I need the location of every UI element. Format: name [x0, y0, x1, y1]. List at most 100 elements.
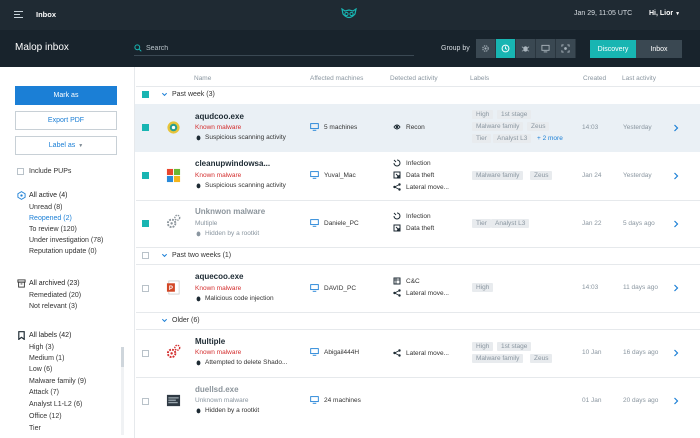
chevron-down-icon[interactable] [161, 317, 168, 324]
include-pups-checkbox[interactable] [17, 168, 24, 175]
filter-unread[interactable]: Unread (8) [29, 204, 62, 211]
filter-label-high[interactable]: High (3) [29, 344, 54, 351]
group-past-two-weeks[interactable]: Past two weeks (1) [135, 248, 700, 264]
table-row[interactable]: duellsd.exe Unknown malware Hidden by a … [135, 378, 700, 425]
filter-label-office[interactable]: Office (12) [29, 413, 62, 420]
table-row[interactable]: cleanupwindowsa... Known malware Suspici… [135, 152, 700, 200]
inbox-view-button[interactable]: Inbox [636, 40, 682, 58]
label-tag[interactable]: High [472, 342, 494, 351]
filter-label-analyst[interactable]: Analyst L1-L2 (6) [29, 401, 82, 408]
label-tag[interactable]: Malware family [472, 354, 524, 363]
machines-text: Daniele_PC [324, 219, 359, 227]
row-checkbox[interactable] [142, 220, 149, 227]
group-by-malware-button[interactable] [516, 39, 536, 58]
chevron-right-icon[interactable] [673, 349, 679, 357]
chevron-down-icon[interactable] [161, 252, 168, 259]
filter-not-relevant[interactable]: Not relevant (3) [29, 303, 77, 310]
column-labels[interactable]: Labels [470, 75, 489, 82]
label-tag[interactable]: Analyst L3 [491, 219, 530, 228]
label-tag[interactable]: High [472, 283, 494, 292]
malop-name[interactable]: aqudcoo.exe [195, 112, 244, 121]
affected-machines[interactable]: Abigail444H [310, 348, 359, 356]
filter-label-malware-family[interactable]: Malware family (9) [29, 378, 86, 385]
filter-label-medium[interactable]: Medium (1) [29, 355, 64, 362]
column-detected-activity[interactable]: Detected activity [390, 75, 438, 82]
filter-label-low[interactable]: Low (6) [29, 366, 52, 373]
affected-machines[interactable]: Daniele_PC [310, 219, 359, 227]
user-menu[interactable]: Hi, Lior ▼ [649, 10, 680, 17]
affected-machines[interactable]: Yuval_Mac [310, 171, 356, 179]
group-checkbox[interactable] [142, 91, 149, 98]
filter-all-active[interactable]: All active (4) [29, 192, 68, 199]
affected-machines[interactable]: 24 machines [310, 396, 361, 404]
more-labels-link[interactable]: + 2 more [537, 135, 563, 142]
label-tag[interactable]: High [472, 110, 494, 119]
affected-machines[interactable]: DAVID_PC [310, 284, 356, 292]
target-icon [561, 44, 570, 53]
monitor-icon [310, 348, 319, 356]
malop-name[interactable]: aquecoo.exe [195, 272, 243, 281]
column-name[interactable]: Name [194, 75, 211, 82]
label-tag[interactable]: Tier [472, 134, 491, 143]
table-row[interactable]: Multiple Known malware Attempted to dele… [135, 330, 700, 377]
row-checkbox[interactable] [142, 172, 149, 179]
search-input[interactable] [146, 43, 406, 54]
group-checkbox[interactable] [142, 252, 149, 259]
filter-reputation-update[interactable]: Reputation update (0) [29, 248, 97, 255]
group-by-gear-button[interactable] [476, 39, 496, 58]
group-older[interactable]: Older (6) [135, 313, 700, 329]
malop-name[interactable]: duellsd.exe [195, 385, 239, 394]
group-by-time-button[interactable] [496, 39, 516, 58]
gear-icon [482, 45, 489, 52]
label-tag[interactable]: Zeus [530, 171, 553, 180]
row-checkbox[interactable] [142, 350, 149, 357]
activity-text: C&C [406, 277, 420, 285]
filter-label-tier[interactable]: Tier [29, 425, 41, 432]
malop-name[interactable]: Unknwon malware [195, 207, 265, 216]
search-box[interactable] [134, 43, 414, 56]
include-pups-toggle[interactable]: Include PUPs [17, 168, 71, 175]
table-row[interactable]: P aquecoo.exe Known malware Malicious co… [135, 265, 700, 312]
chevron-right-icon[interactable] [673, 284, 679, 292]
table-row[interactable]: Unknwon malware Multiple Hidden by a roo… [135, 200, 700, 247]
malop-name[interactable]: cleanupwindowsa... [195, 159, 270, 168]
affected-machines[interactable]: 5 machines [310, 123, 357, 131]
label-tag[interactable]: Zeus [527, 122, 550, 131]
chevron-right-icon[interactable] [673, 397, 679, 405]
filter-all-archived[interactable]: All archived (23) [29, 280, 80, 287]
filter-under-investigation[interactable]: Under investigation (78) [29, 237, 103, 244]
label-tag[interactable]: Zeus [530, 354, 553, 363]
filter-all-labels[interactable]: All labels (42) [29, 332, 71, 339]
group-by-machine-button[interactable] [536, 39, 556, 58]
label-tag[interactable]: 1st stage [497, 110, 532, 119]
chevron-right-icon[interactable] [673, 172, 679, 180]
chevron-down-icon[interactable] [161, 91, 168, 98]
filter-reopened[interactable]: Reopened (2) [29, 215, 72, 222]
label-tag[interactable]: Malware family [472, 122, 524, 131]
filter-remediated[interactable]: Remediated (20) [29, 292, 81, 299]
label-as-button[interactable]: Label as ▼ [15, 136, 117, 155]
label-tag[interactable]: Malware family [472, 171, 524, 180]
group-past-week[interactable]: Past week (3) [135, 87, 700, 103]
label-tag[interactable]: Analyst L3 [493, 134, 532, 143]
menu-icon[interactable] [14, 11, 23, 18]
export-pdf-button[interactable]: Export PDF [15, 111, 117, 130]
sidebar-scroll-thumb[interactable] [121, 347, 124, 367]
column-affected-machines[interactable]: Affected machines [310, 75, 363, 82]
group-by-target-button[interactable] [556, 39, 576, 58]
discovery-view-button[interactable]: Discovery [590, 40, 636, 58]
chevron-right-icon[interactable] [673, 124, 679, 132]
label-tag[interactable]: 1st stage [497, 342, 532, 351]
column-last-activity[interactable]: Last activity [622, 75, 656, 82]
row-checkbox[interactable] [142, 398, 149, 405]
column-created[interactable]: Created [583, 75, 606, 82]
mark-as-button[interactable]: Mark as [15, 86, 117, 105]
table-row[interactable]: aqudcoo.exe Known malware Suspicious sca… [135, 104, 700, 152]
chevron-right-icon[interactable] [673, 220, 679, 228]
row-checkbox[interactable] [142, 124, 149, 131]
filter-to-review[interactable]: To review (120) [29, 226, 77, 233]
malop-name[interactable]: Multiple [195, 337, 225, 346]
label-tag[interactable]: Tier [472, 219, 491, 228]
row-checkbox[interactable] [142, 285, 149, 292]
filter-label-attack[interactable]: Attack (7) [29, 389, 59, 396]
